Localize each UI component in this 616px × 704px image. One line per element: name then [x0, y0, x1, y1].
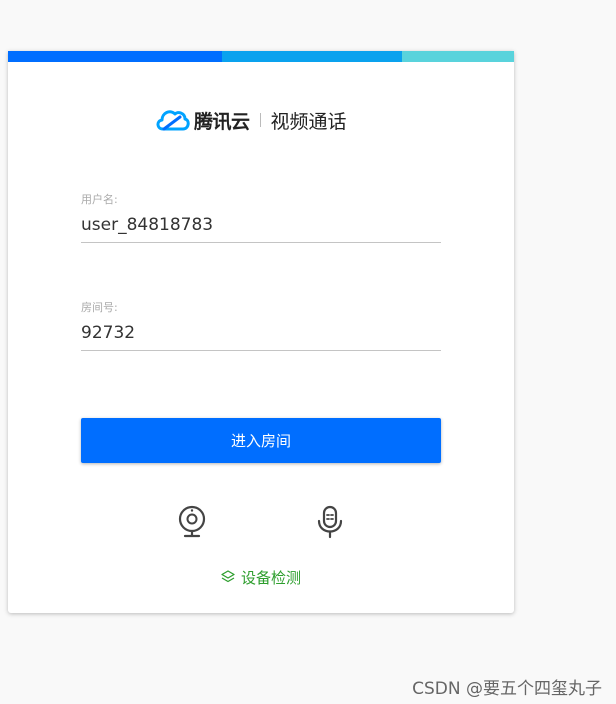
- microphone-icon: [317, 505, 343, 539]
- username-field: 用户名:: [81, 191, 441, 243]
- device-detect-label: 设备检测: [240, 568, 301, 587]
- top-bar-segment-blue: [8, 51, 222, 62]
- top-bar-segment-lightblue: [222, 51, 402, 62]
- room-input[interactable]: [81, 315, 441, 351]
- camera-button[interactable]: [176, 503, 208, 541]
- top-bar-segment-cyan: [402, 51, 514, 62]
- camera-icon: [178, 505, 206, 538]
- room-field: 房间号:: [81, 299, 441, 351]
- device-detect-link[interactable]: 设备检测: [8, 566, 514, 588]
- top-color-bar: [8, 51, 514, 62]
- brand-name: 腾讯云: [194, 110, 250, 133]
- logo-divider: [259, 113, 261, 127]
- logo: 腾讯云 视频通话: [154, 103, 347, 137]
- login-card: 腾讯云 视频通话 用户名: 房间号: 进入房间 设备检测: [8, 51, 514, 613]
- enter-room-button[interactable]: 进入房间: [81, 418, 441, 463]
- tencent-cloud-logo-icon: [156, 110, 190, 131]
- product-name: 视频通话: [270, 110, 347, 133]
- watermark: CSDN @要五个四玺丸子: [412, 679, 602, 699]
- room-label: 房间号:: [81, 301, 118, 314]
- username-input[interactable]: [81, 207, 441, 243]
- username-label: 用户名:: [81, 193, 118, 206]
- layers-icon: [221, 570, 235, 583]
- microphone-button[interactable]: [314, 503, 346, 541]
